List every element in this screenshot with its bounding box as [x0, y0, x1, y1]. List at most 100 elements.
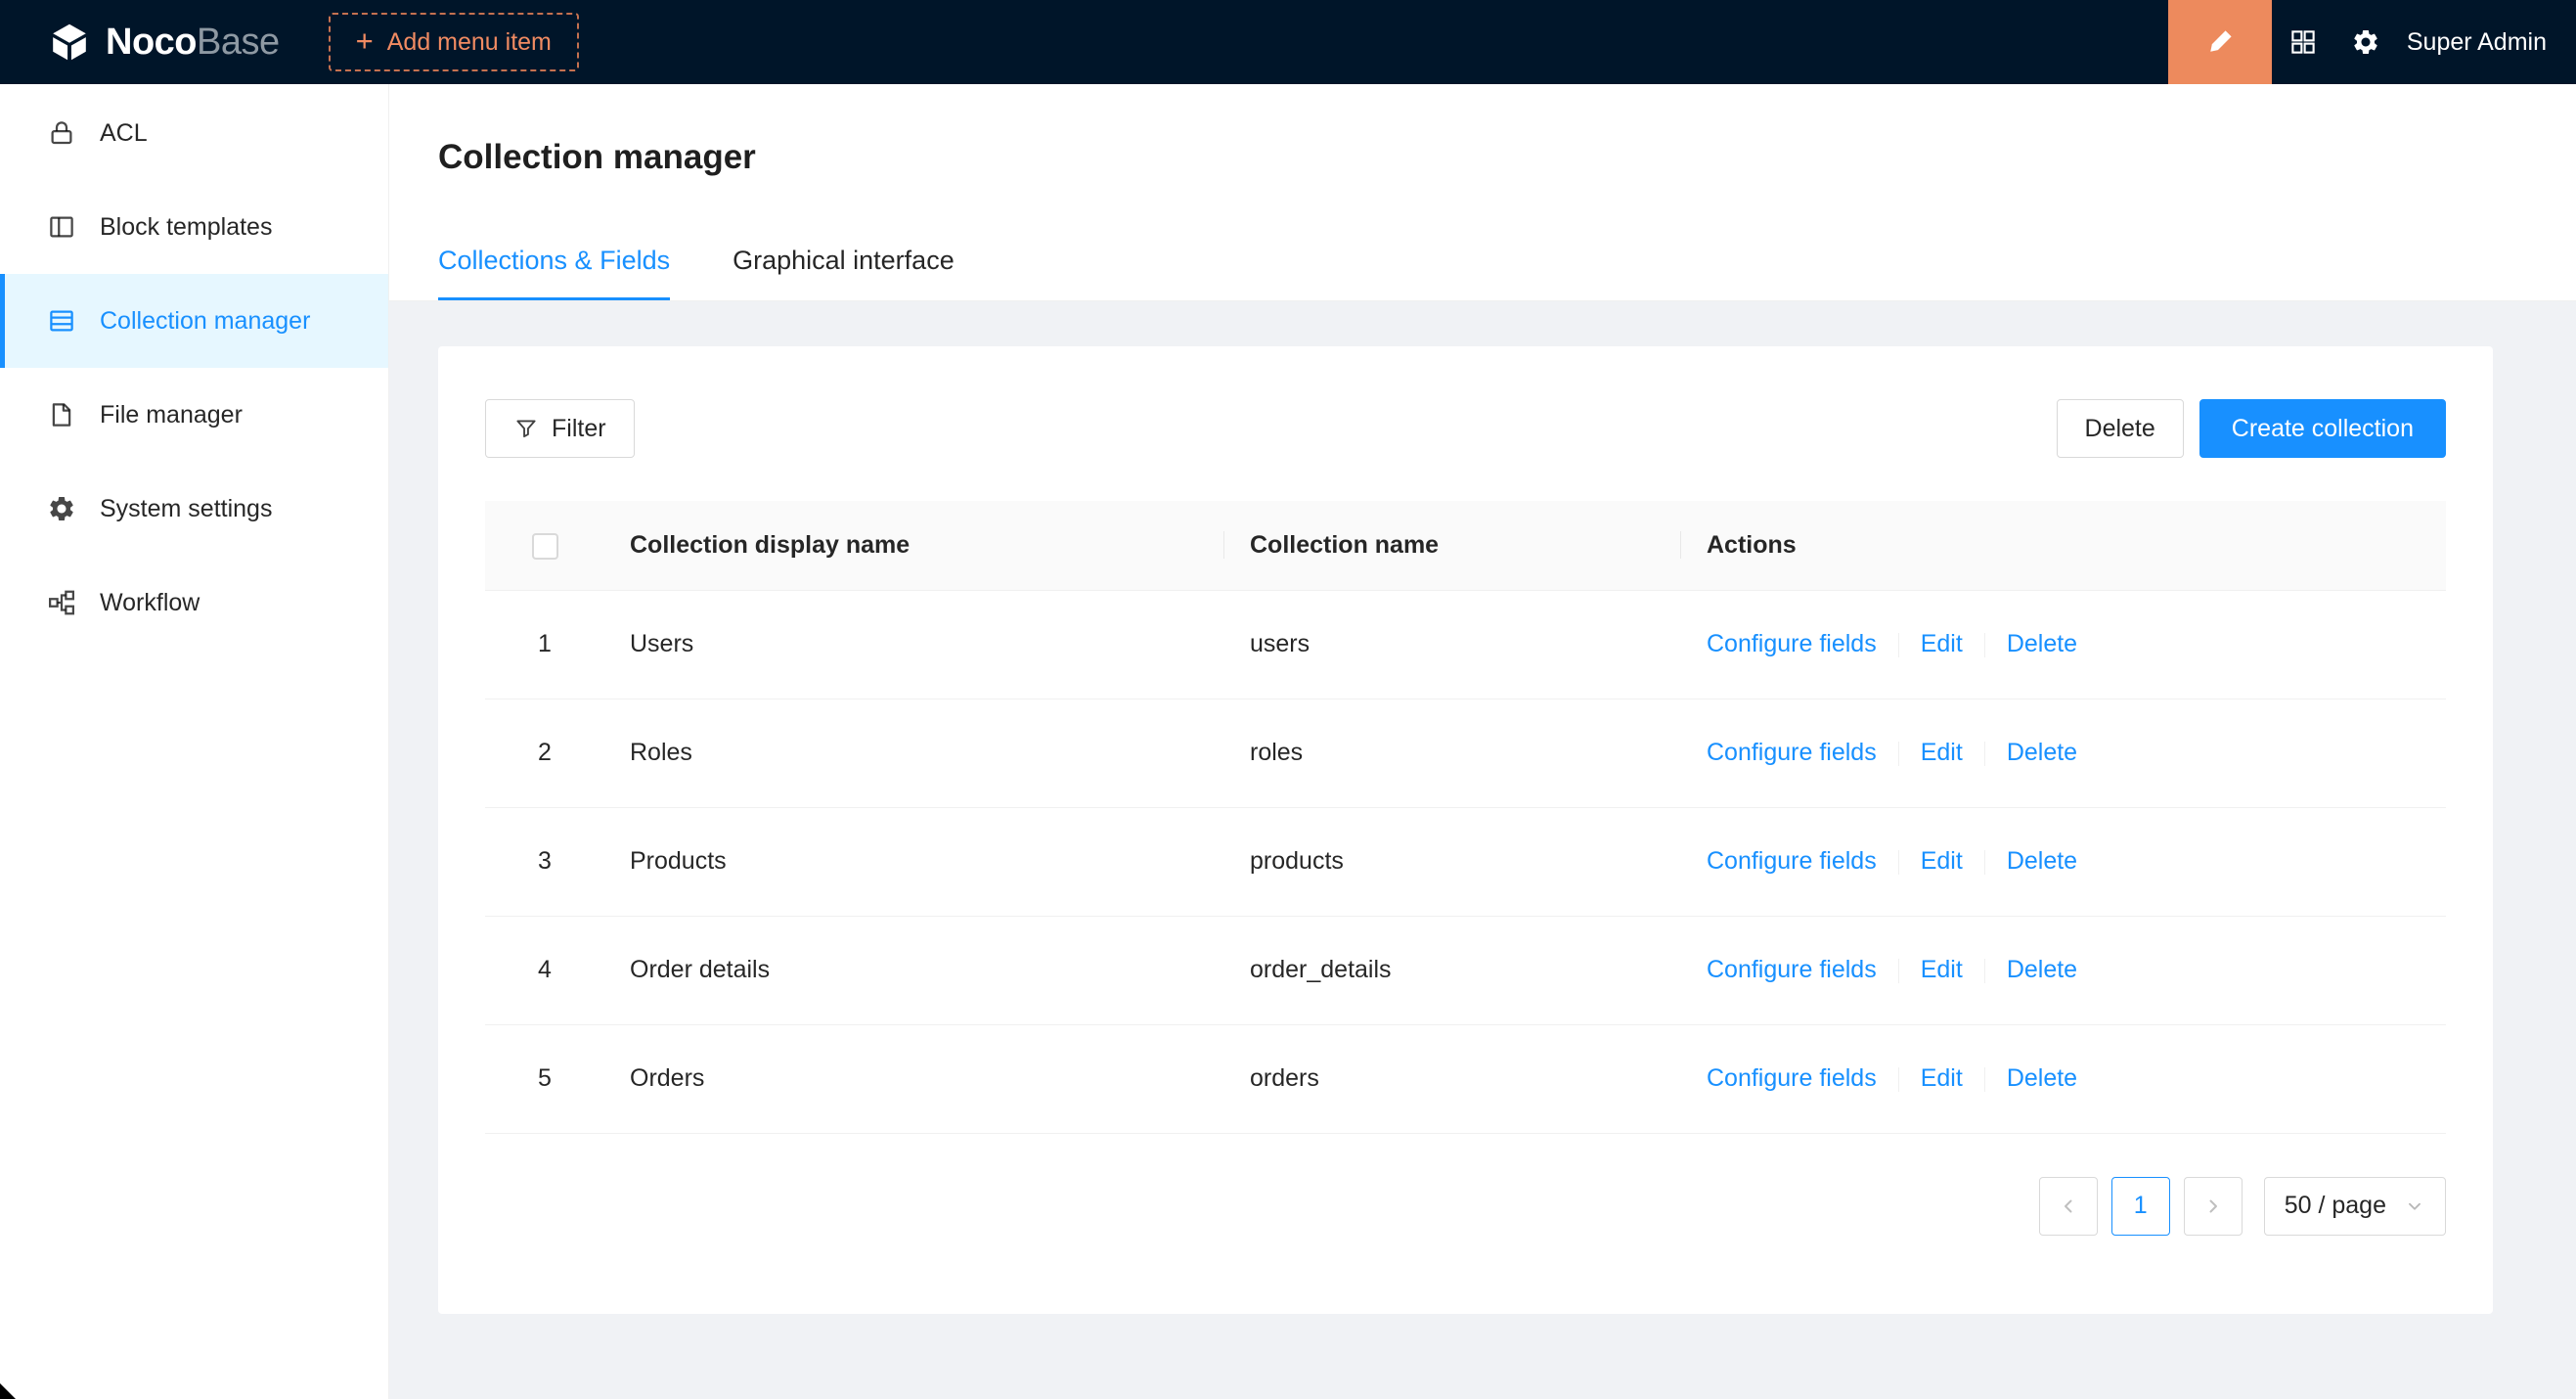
- sidebar-item-label: File manager: [100, 401, 243, 429]
- tab-bar: Collections & Fields Graphical interface: [438, 243, 2527, 300]
- add-menu-item-button[interactable]: + Add menu item: [329, 13, 579, 71]
- display-name-cell: Roles: [604, 699, 1224, 807]
- pagination: 1 50 / page: [485, 1177, 2446, 1236]
- edit-link[interactable]: Edit: [1921, 630, 1963, 657]
- actions-cell: Configure fields Edit Delete: [1681, 699, 2446, 807]
- divider: [1984, 742, 1985, 766]
- user-menu[interactable]: Super Admin: [2407, 28, 2547, 57]
- delete-link[interactable]: Delete: [2007, 630, 2077, 657]
- page-1-button[interactable]: 1: [2111, 1177, 2170, 1236]
- sidebar-item-file-manager[interactable]: File manager: [0, 368, 388, 462]
- name-cell: products: [1224, 807, 1681, 916]
- display-name-cell: Orders: [604, 1024, 1224, 1133]
- prev-page-button[interactable]: [2039, 1177, 2098, 1236]
- settings-button[interactable]: [2334, 0, 2397, 84]
- create-collection-button[interactable]: Create collection: [2199, 399, 2446, 458]
- configure-fields-link[interactable]: Configure fields: [1707, 1064, 1877, 1092]
- name-cell: roles: [1224, 699, 1681, 807]
- name-cell: orders: [1224, 1024, 1681, 1133]
- row-index-cell: 3: [485, 807, 604, 916]
- table-icon: [47, 306, 76, 336]
- edit-link[interactable]: Edit: [1921, 1064, 1963, 1092]
- sidebar-item-label: Workflow: [100, 589, 200, 617]
- content-area: Filter Delete Create collection Coll: [389, 301, 2576, 1399]
- divider: [1898, 633, 1899, 657]
- collections-table: Collection display name Collection name …: [485, 501, 2446, 1134]
- table-row: 5 Orders orders Configure fields Edit Dele…: [485, 1024, 2446, 1133]
- delete-link[interactable]: Delete: [2007, 1064, 2077, 1092]
- actions-cell: Configure fields Edit Delete: [1681, 1024, 2446, 1133]
- sidebar: ACL Block templates Collection manager F…: [0, 84, 389, 1399]
- top-header: NocoBase + Add menu item Super Admin: [0, 0, 2576, 84]
- row-index-cell: 2: [485, 699, 604, 807]
- collections-card: Filter Delete Create collection Coll: [438, 346, 2493, 1314]
- divider: [1984, 850, 1985, 875]
- chevron-right-icon: [2201, 1195, 2225, 1218]
- edit-link[interactable]: Edit: [1921, 739, 1963, 766]
- divider: [1984, 959, 1985, 983]
- configure-fields-link[interactable]: Configure fields: [1707, 847, 1877, 875]
- filter-icon: [513, 416, 539, 441]
- sidebar-item-block-templates[interactable]: Block templates: [0, 180, 388, 274]
- row-index-cell: 1: [485, 590, 604, 699]
- chevron-down-icon: [2404, 1196, 2425, 1217]
- divider: [1984, 1067, 1985, 1092]
- page-size-label: 50 / page: [2285, 1192, 2386, 1220]
- file-icon: [47, 400, 76, 429]
- sidebar-item-system-settings[interactable]: System settings: [0, 462, 388, 556]
- divider: [1898, 959, 1899, 983]
- brand-text: NocoBase: [106, 22, 280, 64]
- delete-link[interactable]: Delete: [2007, 847, 2077, 875]
- select-all-checkbox[interactable]: [532, 533, 558, 560]
- sidebar-item-workflow[interactable]: Workflow: [0, 556, 388, 650]
- divider: [1984, 633, 1985, 657]
- grid-icon: [2288, 27, 2318, 57]
- tab-graphical-interface[interactable]: Graphical interface: [733, 243, 955, 300]
- configure-fields-link[interactable]: Configure fields: [1707, 739, 1877, 766]
- row-index-cell: 5: [485, 1024, 604, 1133]
- column-header-actions: Actions: [1681, 501, 2446, 590]
- display-name-cell: Users: [604, 590, 1224, 699]
- sidebar-item-label: System settings: [100, 495, 272, 523]
- lock-icon: [47, 118, 76, 148]
- nocobase-logo-icon: [49, 22, 90, 63]
- divider: [1898, 1067, 1899, 1092]
- tab-collections-fields[interactable]: Collections & Fields: [438, 243, 670, 300]
- configure-fields-link[interactable]: Configure fields: [1707, 630, 1877, 657]
- display-name-cell: Products: [604, 807, 1224, 916]
- table-row: 1 Users users Configure fields Edit Delete: [485, 590, 2446, 699]
- table-header-row: Collection display name Collection name …: [485, 501, 2446, 590]
- page-size-select[interactable]: 50 / page: [2264, 1177, 2446, 1236]
- page-title: Collection manager: [438, 135, 2527, 180]
- sidebar-item-acl[interactable]: ACL: [0, 86, 388, 180]
- filter-button[interactable]: Filter: [485, 399, 635, 458]
- plugins-button[interactable]: [2272, 0, 2334, 84]
- table-row: 3 Products products Configure fields Edit…: [485, 807, 2446, 916]
- workflow-icon: [47, 588, 76, 617]
- add-menu-item-label: Add menu item: [387, 28, 552, 57]
- delete-link[interactable]: Delete: [2007, 739, 2077, 766]
- row-index-cell: 4: [485, 916, 604, 1024]
- cursor-artifact: [0, 1383, 16, 1399]
- toolbar: Filter Delete Create collection: [485, 399, 2446, 458]
- sidebar-item-label: Block templates: [100, 213, 272, 242]
- gear-icon: [47, 494, 76, 523]
- next-page-button[interactable]: [2184, 1177, 2243, 1236]
- actions-cell: Configure fields Edit Delete: [1681, 916, 2446, 1024]
- column-header-display-name: Collection display name: [604, 501, 1224, 590]
- edit-link[interactable]: Edit: [1921, 847, 1963, 875]
- configure-fields-link[interactable]: Configure fields: [1707, 956, 1877, 983]
- delete-link[interactable]: Delete: [2007, 956, 2077, 983]
- ui-editor-button[interactable]: [2168, 0, 2272, 84]
- edit-link[interactable]: Edit: [1921, 956, 1963, 983]
- table-row: 2 Roles roles Configure fields Edit Delete: [485, 699, 2446, 807]
- plus-icon: +: [356, 25, 374, 56]
- divider: [1898, 742, 1899, 766]
- page-header: Collection manager Collections & Fields …: [389, 84, 2576, 301]
- chevron-left-icon: [2057, 1195, 2080, 1218]
- name-cell: users: [1224, 590, 1681, 699]
- delete-button[interactable]: Delete: [2057, 399, 2184, 458]
- sidebar-item-label: ACL: [100, 119, 148, 148]
- logo: NocoBase: [49, 22, 280, 64]
- sidebar-item-collection-manager[interactable]: Collection manager: [0, 274, 388, 368]
